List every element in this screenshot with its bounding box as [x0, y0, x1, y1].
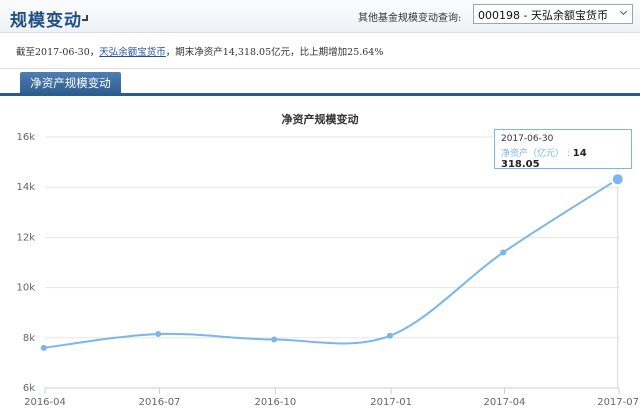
fund-select-value: 000198 - 天弘余额宝货币 — [478, 9, 608, 22]
series-line — [43, 178, 619, 349]
data-point — [386, 332, 393, 339]
tooltip-series-label: 净资产（亿元） — [501, 149, 565, 159]
y-tick-label: 16k — [16, 132, 35, 143]
tooltip-date: 2017-06-30 — [501, 134, 554, 144]
chevron-down-icon — [619, 7, 628, 16]
fund-link[interactable]: 天弘余额宝货币 — [99, 47, 166, 58]
tab-bar — [0, 93, 640, 96]
summary-prefix: 截至2017-06-30， — [16, 47, 100, 58]
x-tick-label: 2016-10 — [254, 397, 296, 408]
y-tick-label: 8k — [23, 333, 35, 344]
data-point — [40, 344, 47, 351]
chart-tooltip: 2017-06-30 净资产（亿元） : 14 318.05 — [494, 129, 632, 170]
expand-arrow-icon[interactable] — [82, 15, 88, 21]
fund-query-label: 其他基金规模变动查询: — [358, 13, 462, 24]
page-header: 规模变动 其他基金规模变动查询: 000198 - 天弘余额宝货币 — [0, 0, 640, 33]
data-point-highlighted — [610, 172, 625, 187]
summary-text: 截至2017-06-30，天弘余额宝货币，期末净资产14,318.05亿元，比上… — [16, 44, 383, 58]
data-point — [500, 249, 507, 256]
summary-suffix: ，期末净资产14,318.05亿元，比上期增加25.64% — [165, 47, 384, 58]
y-tick-label: 10k — [16, 283, 35, 294]
data-point — [155, 331, 162, 338]
y-tick-label: 14k — [16, 182, 35, 193]
x-tick-label: 2017-04 — [484, 397, 526, 408]
x-tick-label: 2016-07 — [139, 397, 181, 408]
x-tick-label: 2017-01 — [370, 397, 412, 408]
y-tick-label: 6k — [23, 383, 35, 394]
page-title: 规模变动 — [10, 11, 82, 31]
x-tick-label: 2017-07 — [597, 397, 639, 408]
data-point — [271, 336, 278, 343]
x-tick-label: 2016-04 — [24, 397, 66, 408]
fund-select[interactable]: 000198 - 天弘余额宝货币 — [473, 4, 633, 24]
divider — [0, 68, 640, 69]
y-tick-label: 12k — [16, 232, 35, 243]
